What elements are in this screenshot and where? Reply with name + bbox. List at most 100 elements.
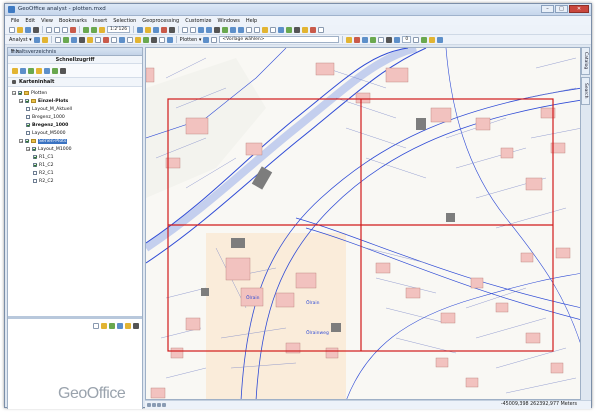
arctoolbox-icon[interactable] [161,26,168,33]
menu-file[interactable]: File [11,18,19,24]
layer-icon[interactable] [33,36,40,43]
zoom-value-field[interactable]: 0 [402,36,412,43]
tool-r-icon[interactable] [362,36,369,43]
minimize-button[interactable]: – [541,5,554,13]
tool-y-icon[interactable] [429,36,436,43]
quick-tool-7-icon[interactable] [60,67,66,74]
menu-windows[interactable]: Windows [217,18,239,24]
zoom-out-icon[interactable] [206,26,213,33]
expand-collapse-icon[interactable]: − [12,91,16,96]
tool-x-icon[interactable] [421,36,428,43]
expand-collapse-icon[interactable]: − [19,139,23,144]
tool-q-icon[interactable] [354,36,361,43]
tool-k-icon[interactable] [134,36,141,43]
close-button[interactable]: ✕ [569,5,589,13]
open-folder-icon[interactable] [17,26,23,33]
visibility-checkbox[interactable] [25,139,29,143]
visibility-checkbox[interactable] [26,115,30,119]
list-by-visibility-icon[interactable] [109,323,115,329]
tool-b-icon[interactable] [62,36,69,43]
menu-bookmarks[interactable]: Bookmarks [59,18,87,24]
expand-collapse-icon[interactable]: − [19,99,23,104]
time-slider-icon[interactable] [318,26,325,33]
layer-tree-item[interactable]: Layout_M_Aktuell [26,106,72,112]
visibility-checkbox[interactable] [18,91,22,95]
undo-icon[interactable] [83,26,89,33]
tool-w-icon[interactable] [413,36,420,43]
cut-icon[interactable] [46,26,52,33]
quick-tool-6-icon[interactable] [52,67,58,74]
fixed-zoom-in-icon[interactable] [230,26,237,33]
goto-xy-icon[interactable] [310,26,317,33]
forward-extent-icon[interactable] [254,26,261,33]
catalog-tab[interactable]: Catalog [581,47,590,75]
tool-l-icon[interactable] [142,36,149,43]
visibility-checkbox[interactable] [33,179,37,183]
full-extent-icon[interactable] [222,26,229,33]
layer-tree-item[interactable]: Bregenz_1000 [26,122,68,128]
layer-tree-item[interactable]: − Plotten [12,90,47,96]
menu-geoprocessing[interactable]: Geoprocessing [142,18,179,24]
add-data-icon[interactable] [99,26,105,33]
tool-j-icon[interactable] [126,36,133,43]
layer-tree-item[interactable]: − Serien-Plots [19,138,68,144]
layer-tree-item[interactable]: Bregenz_1000 [26,114,65,120]
copy-icon[interactable] [54,26,60,33]
visibility-checkbox[interactable] [26,131,30,135]
template-select[interactable]: <Vorlage wählen> [219,36,340,43]
info-icon[interactable] [278,26,285,33]
catalog-icon[interactable] [145,26,152,33]
zoom-in-icon[interactable] [198,26,205,33]
data-view-icon[interactable] [147,403,151,407]
new-document-icon[interactable] [9,26,15,33]
layer-tree-item[interactable]: R1_C1 [33,154,54,160]
find-icon[interactable] [302,26,309,33]
print-icon[interactable] [33,26,39,33]
quick-tool-2-icon[interactable] [20,67,26,74]
expand-collapse-icon[interactable]: − [26,147,30,152]
visibility-checkbox[interactable] [25,99,29,103]
tool-a-icon[interactable] [54,36,61,43]
menu-view[interactable]: View [41,18,53,24]
plot-icon[interactable] [211,36,218,43]
python-icon[interactable] [169,26,176,33]
tool-h-icon[interactable] [110,36,117,43]
pin-close-icon[interactable]: ₸ × [11,49,139,55]
visibility-checkbox[interactable] [33,171,37,175]
pan-icon[interactable] [214,26,221,33]
tool-g-icon[interactable] [102,36,109,43]
tool-n-icon[interactable] [158,36,165,43]
paste-icon[interactable] [62,26,68,33]
tool-d-icon[interactable] [78,36,85,43]
search-tab[interactable]: Search [581,77,590,105]
quick-tool-1-icon[interactable] [12,67,18,74]
tool-o-icon[interactable] [166,36,173,43]
tool-p-icon[interactable] [346,36,353,43]
search-window-icon[interactable] [153,26,160,33]
tool-z-icon[interactable] [437,36,444,43]
quick-tool-4-icon[interactable] [36,67,42,74]
tool-u-icon[interactable] [386,36,393,43]
options-icon[interactable] [125,323,131,329]
redo-icon[interactable] [91,26,97,33]
tool-e-icon[interactable] [86,36,93,43]
tool-v-icon[interactable] [394,36,401,43]
plot-settings-icon[interactable] [203,36,210,43]
delete-icon[interactable] [70,26,76,33]
visibility-checkbox[interactable] [26,107,30,111]
plotten-menu[interactable]: Plotten ▾ [180,37,202,43]
legend-icon[interactable] [41,36,48,43]
layout-view-icon[interactable] [152,403,156,407]
analyst-menu[interactable]: Analyst ▾ [9,37,32,43]
tool-f-icon[interactable] [94,36,101,43]
tool-s-icon[interactable] [370,36,377,43]
maximize-button[interactable]: □ [555,5,568,13]
hyperlink-icon[interactable] [286,26,293,33]
measure-icon[interactable] [294,26,301,33]
visibility-checkbox[interactable] [26,123,30,127]
pause-draw-icon[interactable] [162,403,166,407]
layer-tree-item[interactable]: R1_C2 [33,162,54,168]
visibility-checkbox[interactable] [33,155,37,159]
save-icon[interactable] [25,26,31,33]
tool-t-icon[interactable] [378,36,385,43]
